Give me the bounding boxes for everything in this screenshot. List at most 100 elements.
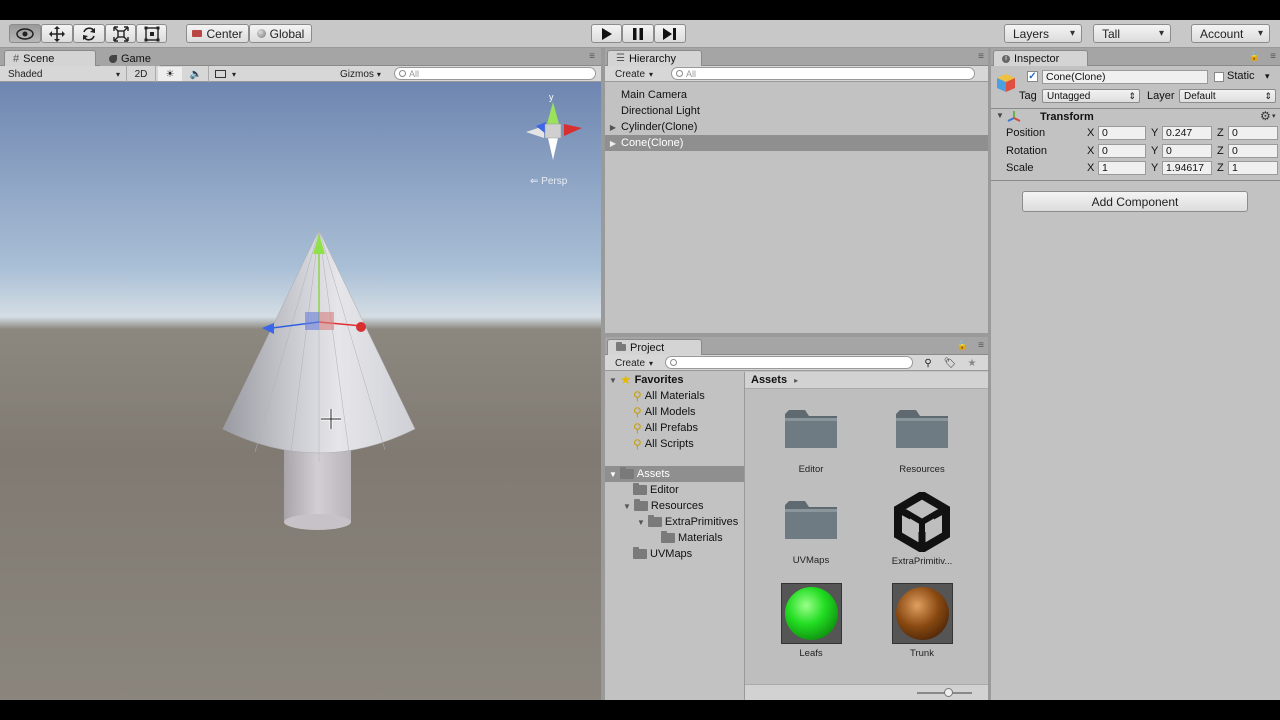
collapse-triangle-icon[interactable]: ▼: [996, 111, 1004, 120]
view-tool-button[interactable]: [9, 24, 41, 43]
lock-icon[interactable]: 🔒: [957, 340, 968, 351]
pivot-center-button[interactable]: Center: [186, 24, 249, 43]
object-name-input[interactable]: Cone(Clone): [1042, 70, 1208, 84]
asset-extraprimitives[interactable]: ExtraPrimitiv...: [872, 492, 972, 569]
tree-folder-uvmaps[interactable]: UVMaps: [633, 546, 692, 562]
asset-material-leafs[interactable]: Leafs: [761, 583, 861, 659]
asset-folder-editor[interactable]: Editor: [761, 408, 861, 478]
persp-label[interactable]: ⇐ Persp: [530, 176, 567, 187]
asset-material-trunk[interactable]: Trunk: [872, 583, 972, 659]
scale-y-input[interactable]: 1.94617: [1162, 161, 1212, 175]
asset-folder-resources[interactable]: Resources: [872, 408, 972, 478]
panel-menu-icon[interactable]: ≡: [978, 51, 984, 62]
hierarchy-toolbar: Create ▾ All: [605, 66, 988, 82]
tree-favorite-item[interactable]: ⚲ All Models: [633, 404, 696, 420]
expand-triangle-icon[interactable]: ▶: [605, 139, 621, 148]
tree-favorite-item[interactable]: ⚲ All Scripts: [633, 436, 694, 452]
effects-dropdown[interactable]: ▾: [212, 67, 242, 81]
hierarchy-item-cylinder-clone[interactable]: ▶ Cylinder(Clone): [605, 119, 988, 135]
position-y-input[interactable]: 0.247: [1162, 126, 1212, 140]
chevron-down-icon: ▾: [649, 69, 654, 79]
divider: [991, 180, 1280, 181]
static-dropdown[interactable]: ▾: [1265, 71, 1270, 82]
tab-game[interactable]: Game: [100, 50, 160, 66]
pause-button[interactable]: [622, 24, 654, 43]
position-z-input[interactable]: 0: [1228, 126, 1278, 140]
panel-menu-icon[interactable]: ≡: [1270, 51, 1276, 62]
space-global-button[interactable]: Global: [249, 24, 312, 43]
tree-folder-materials[interactable]: Materials: [661, 530, 723, 546]
collapse-triangle-icon[interactable]: ▼: [609, 470, 617, 479]
layers-label: Layers: [1013, 26, 1050, 41]
hierarchy-item-directional-light[interactable]: Directional Light: [605, 103, 988, 119]
filter-by-type-button[interactable]: ⚲: [919, 356, 937, 370]
rotation-y-input[interactable]: 0: [1162, 144, 1212, 158]
mode-2d-toggle[interactable]: 2D: [131, 67, 151, 81]
scene-search-input[interactable]: All: [394, 67, 596, 80]
hierarchy-item-main-camera[interactable]: Main Camera: [605, 87, 988, 103]
tree-folder-resources[interactable]: ▼ Resources: [623, 498, 704, 514]
active-checkbox[interactable]: ✓: [1027, 71, 1038, 82]
rotation-x-input[interactable]: 0: [1098, 144, 1146, 158]
chevron-down-icon[interactable]: ▾: [1272, 112, 1276, 120]
position-x-input[interactable]: 0: [1098, 126, 1146, 140]
play-button[interactable]: [591, 24, 622, 43]
tree-favorite-item[interactable]: ⚲ All Materials: [633, 388, 705, 404]
gizmos-dropdown[interactable]: Gizmos ▾: [340, 67, 388, 81]
tree-folder-editor[interactable]: Editor: [633, 482, 679, 498]
material-sphere-icon: [896, 587, 949, 640]
axis-z-label: Z: [1217, 145, 1224, 157]
asset-folder-uvmaps[interactable]: UVMaps: [761, 499, 861, 569]
layout-dropdown[interactable]: Tall: [1093, 24, 1171, 43]
favorite-button[interactable]: ★: [963, 356, 981, 370]
collapse-triangle-icon[interactable]: ▼: [609, 376, 617, 385]
tab-scene[interactable]: # Scene: [4, 50, 96, 66]
draw-mode-dropdown[interactable]: Shaded ▾: [4, 67, 122, 81]
layers-dropdown[interactable]: Layers: [1004, 24, 1082, 43]
lighting-toggle[interactable]: ☀: [158, 67, 182, 81]
collapse-triangle-icon[interactable]: ▼: [623, 502, 631, 511]
panel-menu-icon[interactable]: ≡: [589, 51, 595, 62]
gear-icon[interactable]: ⚙: [1260, 109, 1271, 123]
hierarchy-item-cone-clone[interactable]: ▶ Cone(Clone): [605, 135, 988, 151]
scale-tool-button[interactable]: [105, 24, 136, 43]
tab-hierarchy[interactable]: ☰ Hierarchy: [607, 50, 702, 66]
scene-viewport[interactable]: y ⇐ Persp: [0, 82, 601, 700]
move-arrows-icon: [49, 25, 65, 42]
rect-tool-button[interactable]: [136, 24, 167, 43]
orientation-gizmo[interactable]: [526, 102, 582, 160]
tree-folder-extraprimitives[interactable]: ▼ ExtraPrimitives: [637, 514, 738, 530]
panel-menu-icon[interactable]: ≡: [978, 340, 984, 351]
tag-dropdown[interactable]: Untagged: [1042, 89, 1140, 103]
scale-x-input[interactable]: 1: [1098, 161, 1146, 175]
project-breadcrumb[interactable]: Assets ▸: [745, 372, 988, 389]
lock-icon[interactable]: 🔒: [1249, 51, 1260, 62]
rotation-x-value: 0: [1102, 145, 1108, 157]
static-checkbox[interactable]: [1214, 72, 1224, 82]
add-component-button[interactable]: Add Component: [1022, 191, 1248, 212]
filter-by-label-button[interactable]: 🏷: [941, 356, 959, 370]
rotate-tool-button[interactable]: [73, 24, 105, 43]
scale-z-input[interactable]: 1: [1228, 161, 1278, 175]
hierarchy-search-input[interactable]: All: [671, 67, 975, 80]
collapse-triangle-icon[interactable]: ▼: [637, 518, 645, 527]
slider-thumb[interactable]: [944, 688, 953, 697]
tab-project[interactable]: Project: [607, 339, 702, 355]
tree-favorite-item[interactable]: ⚲ All Prefabs: [633, 420, 698, 436]
project-search-input[interactable]: [665, 356, 913, 369]
expand-triangle-icon[interactable]: ▶: [605, 123, 621, 132]
layer-dropdown[interactable]: Default: [1179, 89, 1276, 103]
tab-inspector[interactable]: i Inspector: [993, 50, 1088, 66]
hierarchy-create-dropdown[interactable]: Create ▾: [611, 67, 661, 81]
tree-assets[interactable]: ▼ Assets: [605, 466, 744, 482]
transform-component-header[interactable]: ▼ Transform ⚙ ▾: [991, 109, 1280, 125]
list-icon: ☰: [616, 53, 625, 64]
rotation-z-input[interactable]: 0: [1228, 144, 1278, 158]
main-toolbar: Center Global Layers Tall Account: [0, 20, 1280, 48]
audio-toggle[interactable]: 🔈: [186, 67, 206, 81]
project-create-dropdown[interactable]: Create ▾: [611, 356, 661, 370]
tree-favorites[interactable]: ▼ ★ Favorites: [609, 372, 684, 388]
step-button[interactable]: [654, 24, 686, 43]
account-dropdown[interactable]: Account: [1191, 24, 1270, 43]
move-tool-button[interactable]: [41, 24, 73, 43]
